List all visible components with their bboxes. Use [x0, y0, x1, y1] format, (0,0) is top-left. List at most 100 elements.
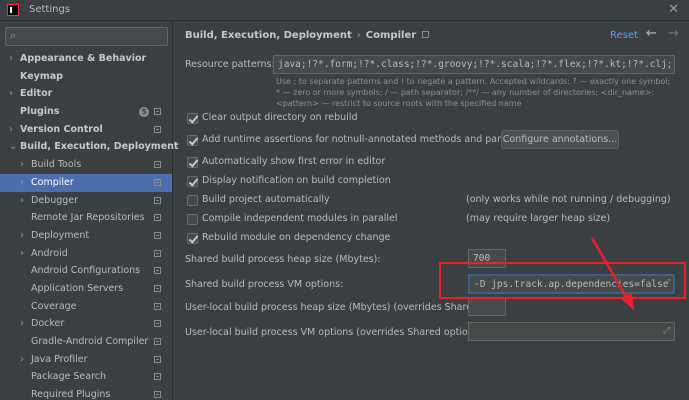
build-project-automatically-checkbox[interactable]: [187, 195, 198, 206]
sidebar-item-appearance-behavior[interactable]: › Appearance & Behavior: [0, 50, 172, 68]
project-scope-icon: [154, 108, 161, 116]
sidebar-item-label: Keymap: [20, 70, 63, 82]
automatically-show-first-error-in-editor-checkbox[interactable]: [187, 157, 198, 168]
sidebar-item-package-search[interactable]: Package Search: [0, 368, 172, 386]
chevron-right-icon[interactable]: ›: [20, 174, 24, 192]
sidebar-item-compiler[interactable]: › Compiler: [0, 173, 172, 192]
sidebar-item-plugins[interactable]: Plugins 5: [0, 103, 172, 121]
settings-search[interactable]: ⌕: [5, 27, 168, 46]
chevron-right-icon[interactable]: ›: [20, 315, 24, 333]
sidebar-item-label: Compiler: [31, 176, 74, 188]
sidebar-item-label: Build, Execution, Deployment: [20, 141, 179, 153]
sidebar-item-debugger[interactable]: › Debugger: [0, 192, 172, 210]
sidebar-item-label: Debugger: [31, 194, 79, 206]
heap-size-label: Shared build process heap size (Mbytes):: [185, 254, 381, 265]
user-vm-options-label: User-local build process VM options (ove…: [185, 327, 486, 338]
search-input[interactable]: [24, 29, 164, 44]
chevron-right-icon[interactable]: ›: [20, 351, 24, 369]
sidebar-item-coverage[interactable]: Coverage: [0, 298, 172, 316]
sidebar-item-label: Gradle-Android Compiler: [31, 336, 149, 347]
chevron-right-icon[interactable]: ›: [9, 121, 13, 139]
user-heap-size-field[interactable]: [468, 297, 506, 316]
sidebar-item-build-tools[interactable]: › Build Tools: [0, 156, 172, 174]
sidebar-item-editor[interactable]: › Editor: [0, 85, 172, 103]
project-scope-icon: [154, 214, 161, 222]
resource-patterns-field[interactable]: [273, 55, 675, 74]
title-bar: Settings ✕: [0, 0, 689, 21]
display-notification-on-build-completion-checkbox[interactable]: [187, 176, 198, 187]
sidebar-item-gradle-android-compiler[interactable]: Gradle-Android Compiler: [0, 333, 172, 351]
breadcrumb-item-compiler: Compiler: [365, 30, 417, 41]
settings-tree: › Appearance & Behavior Keymap › Editor Plugi…: [0, 50, 178, 400]
chevron-right-icon[interactable]: ›: [9, 50, 13, 68]
chevron-right-icon[interactable]: ›: [20, 227, 24, 245]
user-heap-size-label: User-local build process heap size (Mbyt…: [185, 302, 507, 313]
sidebar-item-remote-jar-repositories[interactable]: Remote Jar Repositories: [0, 209, 172, 227]
breadcrumb: Build, Execution, Deployment › Compiler: [185, 30, 430, 41]
project-scope-icon: [154, 355, 161, 363]
rebuild-module-on-dependency-change-label[interactable]: Rebuild module on dependency change: [202, 232, 390, 243]
arrow-left-icon[interactable]: ←: [646, 26, 657, 41]
annotation-arrow: [590, 237, 634, 310]
project-scope-icon: [154, 338, 161, 345]
compile-independent-modules-in-parallel-label[interactable]: Compile independent modules in parallel: [202, 213, 398, 224]
search-icon: ⌕: [10, 29, 17, 42]
vm-options-label: Shared build process VM options:: [185, 279, 344, 290]
project-scope-icon: [422, 31, 430, 38]
sidebar-item-android-configurations[interactable]: Android Configurations: [0, 262, 172, 280]
add-runtime-assertions-for-notnull-annot-label[interactable]: Add runtime assertions for notnull-annot…: [202, 134, 540, 145]
rebuild-module-on-dependency-change-checkbox[interactable]: [187, 233, 198, 244]
expand-field-icon[interactable]: ⤢: [663, 326, 670, 336]
sidebar-item-deployment[interactable]: › Deployment: [0, 227, 172, 245]
project-scope-icon: [154, 267, 161, 275]
build-project-automatically-label[interactable]: Build project automatically: [202, 194, 330, 205]
project-scope-icon: [154, 249, 161, 257]
clear-output-directory-on-rebuild-checkbox[interactable]: [187, 113, 198, 124]
reset-link[interactable]: Reset: [610, 30, 638, 41]
configure-annotations-button[interactable]: Configure annotations...: [501, 130, 619, 149]
arrow-right-icon[interactable]: →: [668, 26, 679, 41]
sidebar-item-label: Deployment: [31, 229, 90, 241]
sidebar-item-build-execution-deployment[interactable]: ⌄ Build, Execution, Deployment: [0, 138, 178, 156]
chevron-down-icon[interactable]: ⌄: [9, 138, 17, 156]
display-notification-on-build-completion-label[interactable]: Display notification on build completion: [202, 175, 391, 186]
sidebar-item-label: Docker: [31, 318, 65, 330]
project-scope-icon: [154, 284, 161, 292]
project-scope-icon: [154, 125, 161, 133]
chevron-right-icon[interactable]: ›: [20, 156, 24, 174]
automatically-show-first-error-in-editor-label[interactable]: Automatically show first error in editor: [202, 156, 385, 167]
compile-independent-modules-in-parallel-checkbox[interactable]: [187, 214, 198, 225]
sidebar-item-label: Editor: [20, 88, 53, 100]
sidebar-item-label: Required Plugins: [31, 389, 111, 400]
sidebar-item-label: Application Servers: [31, 282, 124, 294]
chevron-right-icon[interactable]: ›: [20, 192, 24, 210]
sidebar-item-java-profiler[interactable]: › Java Profiler: [0, 351, 172, 369]
clear-output-directory-on-rebuild-label[interactable]: Clear output directory on rebuild: [202, 112, 358, 123]
chevron-right-icon[interactable]: ›: [20, 245, 24, 263]
add-runtime-assertions-for-notnull-annot-checkbox[interactable]: [187, 135, 198, 146]
sidebar-item-label: Android: [31, 247, 68, 259]
sidebar-item-required-plugins[interactable]: Required Plugins: [0, 386, 172, 400]
sidebar-item-label: Java Profiler: [31, 353, 88, 365]
breadcrumb-item-build[interactable]: Build, Execution, Deployment: [185, 30, 352, 41]
highlight-box: [439, 262, 686, 299]
compiler-settings-panel: Resource patterns: Use ; to separate pat…: [174, 50, 689, 400]
intellij-app-icon: [7, 4, 19, 16]
sidebar-item-label: Remote Jar Repositories: [31, 212, 145, 224]
project-scope-icon: [154, 196, 161, 204]
sidebar-item-application-servers[interactable]: Application Servers: [0, 280, 172, 298]
project-scope-icon: [154, 320, 161, 328]
sidebar-item-keymap[interactable]: Keymap: [0, 68, 172, 86]
sidebar-item-label: Version Control: [20, 123, 103, 135]
build-project-automatically-note: (only works while not running / debuggin…: [466, 194, 671, 205]
close-icon[interactable]: ✕: [668, 2, 679, 17]
sidebar-item-android[interactable]: › Android: [0, 245, 172, 263]
sidebar-item-docker[interactable]: › Docker: [0, 315, 172, 333]
user-vm-options-field[interactable]: [468, 322, 675, 341]
chevron-right-icon[interactable]: ›: [9, 85, 13, 103]
sidebar-item-version-control[interactable]: › Version Control: [0, 121, 172, 139]
project-scope-icon: [154, 161, 161, 169]
settings-header: Build, Execution, Deployment › Compiler Re…: [174, 22, 689, 50]
sidebar-item-label: Build Tools: [31, 159, 82, 171]
sidebar-item-label: Coverage: [31, 300, 77, 312]
